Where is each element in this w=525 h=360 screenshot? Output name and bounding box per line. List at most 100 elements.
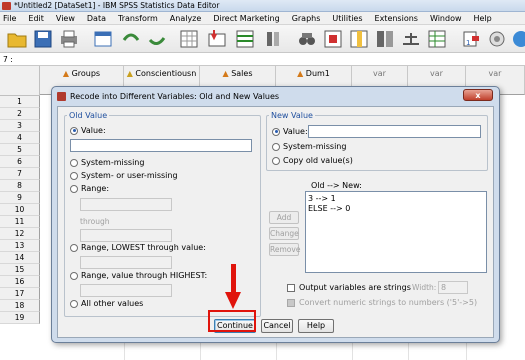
- row-header[interactable]: 10: [0, 204, 40, 216]
- radio-label: System-missing: [81, 158, 145, 167]
- annotation-arrow-icon: [225, 292, 241, 309]
- range-to-input[interactable]: [80, 229, 172, 242]
- use-sets-icon[interactable]: [486, 28, 508, 50]
- remove-button[interactable]: Remove: [269, 243, 300, 256]
- row-header[interactable]: 15: [0, 264, 40, 276]
- dialog-recall-icon[interactable]: [92, 28, 114, 50]
- menu-view[interactable]: View: [50, 14, 81, 23]
- row-header[interactable]: 7: [0, 168, 40, 180]
- row-header[interactable]: 4: [0, 132, 40, 144]
- goto-case-icon[interactable]: [178, 28, 200, 50]
- radio-unselected: [70, 299, 78, 308]
- row-header[interactable]: 13: [0, 240, 40, 252]
- radio-label: Range:: [81, 184, 110, 193]
- goto-variable-icon[interactable]: [206, 28, 228, 50]
- run-descriptives-icon[interactable]: [262, 28, 284, 50]
- find-icon[interactable]: [296, 28, 318, 50]
- row-header[interactable]: 19: [0, 312, 40, 324]
- row-header[interactable]: 12: [0, 228, 40, 240]
- svg-text:1: 1: [466, 39, 470, 47]
- column-name: Sales: [231, 69, 253, 78]
- print-icon[interactable]: [58, 28, 80, 50]
- menu-utilities[interactable]: Utilities: [326, 14, 368, 23]
- list-item[interactable]: ELSE --> 0: [308, 204, 484, 214]
- old-range-radio[interactable]: Range:: [70, 184, 109, 193]
- menu-file[interactable]: File: [0, 14, 22, 23]
- new-value-input[interactable]: [308, 125, 481, 138]
- row-header[interactable]: 9: [0, 192, 40, 204]
- toolbar: 1: [0, 25, 525, 53]
- row-header[interactable]: 3: [0, 120, 40, 132]
- new-value-radio[interactable]: Value:: [272, 127, 308, 136]
- row-header[interactable]: 11: [0, 216, 40, 228]
- old-new-list[interactable]: 3 --> 1 ELSE --> 0: [305, 191, 487, 273]
- menu-transform[interactable]: Transform: [112, 14, 164, 23]
- radio-label: System-missing: [283, 142, 347, 151]
- menu-window[interactable]: Window: [424, 14, 468, 23]
- radio-label: System- or user-missing: [81, 171, 178, 180]
- list-item[interactable]: 3 --> 1: [308, 194, 484, 204]
- row-header[interactable]: 5: [0, 144, 40, 156]
- help-button[interactable]: Help: [298, 319, 334, 333]
- weight-cases-icon[interactable]: [400, 28, 422, 50]
- row-header[interactable]: 8: [0, 180, 40, 192]
- old-range-highest-radio[interactable]: Range, value through HIGHEST:: [70, 271, 207, 280]
- select-cases-icon[interactable]: [426, 28, 448, 50]
- save-icon[interactable]: [32, 28, 54, 50]
- cancel-button[interactable]: Cancel: [261, 319, 293, 333]
- grid-corner: [0, 66, 40, 96]
- variables-icon[interactable]: [234, 28, 256, 50]
- row-header[interactable]: 18: [0, 300, 40, 312]
- menu-analyze[interactable]: Analyze: [164, 14, 208, 23]
- menubar: File Edit View Data Transform Analyze Di…: [0, 12, 525, 25]
- old-value-input[interactable]: [70, 139, 252, 152]
- copy-old-values-radio[interactable]: Copy old value(s): [272, 156, 353, 165]
- undo-icon[interactable]: [120, 28, 142, 50]
- old-system-or-user-missing-radio[interactable]: System- or user-missing: [70, 171, 178, 180]
- row-header[interactable]: 14: [0, 252, 40, 264]
- checkbox-label: Convert numeric strings to numbers ('5'-…: [299, 298, 478, 307]
- menu-graphs[interactable]: Graphs: [286, 14, 327, 23]
- column-name: var: [430, 69, 443, 78]
- row-header[interactable]: 2: [0, 108, 40, 120]
- menu-data[interactable]: Data: [81, 14, 112, 23]
- old-value-radio[interactable]: Value:: [70, 126, 106, 135]
- menu-extensions[interactable]: Extensions: [369, 14, 424, 23]
- open-folder-icon[interactable]: [6, 28, 28, 50]
- menu-edit[interactable]: Edit: [22, 14, 50, 23]
- recode-old-new-dialog: Recode into Different Variables: Old and…: [51, 86, 500, 343]
- menu-help[interactable]: Help: [468, 14, 498, 23]
- menu-direct-marketing[interactable]: Direct Marketing: [207, 14, 285, 23]
- radio-unselected: [70, 184, 78, 193]
- checkbox-label: Output variables are strings: [299, 283, 411, 292]
- old-all-other-radio[interactable]: All other values: [70, 299, 143, 308]
- change-button[interactable]: Change: [269, 227, 299, 240]
- output-strings-checkbox[interactable]: Output variables are strings: [287, 283, 411, 292]
- row-header[interactable]: 17: [0, 288, 40, 300]
- insert-cases-icon[interactable]: [322, 28, 344, 50]
- add-button[interactable]: Add: [269, 211, 299, 224]
- old-new-header: Old --> New:: [311, 181, 362, 190]
- continue-highlight-box: [208, 310, 256, 332]
- new-value-legend: New Value: [271, 111, 313, 120]
- old-system-missing-radio[interactable]: System-missing: [70, 158, 144, 167]
- radio-label: Range, value through HIGHEST:: [81, 271, 208, 280]
- width-input[interactable]: 8: [438, 281, 468, 294]
- range-lowest-input[interactable]: [80, 256, 172, 269]
- insert-variable-icon[interactable]: [348, 28, 370, 50]
- value-labels-icon[interactable]: 1: [460, 28, 482, 50]
- new-system-missing-radio[interactable]: System-missing: [272, 142, 346, 151]
- old-range-lowest-radio[interactable]: Range, LOWEST through value:: [70, 243, 206, 252]
- convert-numeric-checkbox[interactable]: Convert numeric strings to numbers ('5'-…: [287, 298, 477, 307]
- row-header[interactable]: 6: [0, 156, 40, 168]
- split-file-icon[interactable]: [374, 28, 396, 50]
- redo-icon[interactable]: [146, 28, 168, 50]
- close-button[interactable]: x: [463, 89, 493, 101]
- row-header[interactable]: 1: [0, 96, 40, 108]
- dialog-title: Recode into Different Variables: Old and…: [70, 92, 280, 101]
- spelling-icon[interactable]: [510, 28, 525, 50]
- nominal-variable-icon: ▲: [297, 69, 304, 78]
- row-header[interactable]: 16: [0, 276, 40, 288]
- range-highest-input[interactable]: [80, 284, 172, 297]
- range-from-input[interactable]: [80, 198, 172, 211]
